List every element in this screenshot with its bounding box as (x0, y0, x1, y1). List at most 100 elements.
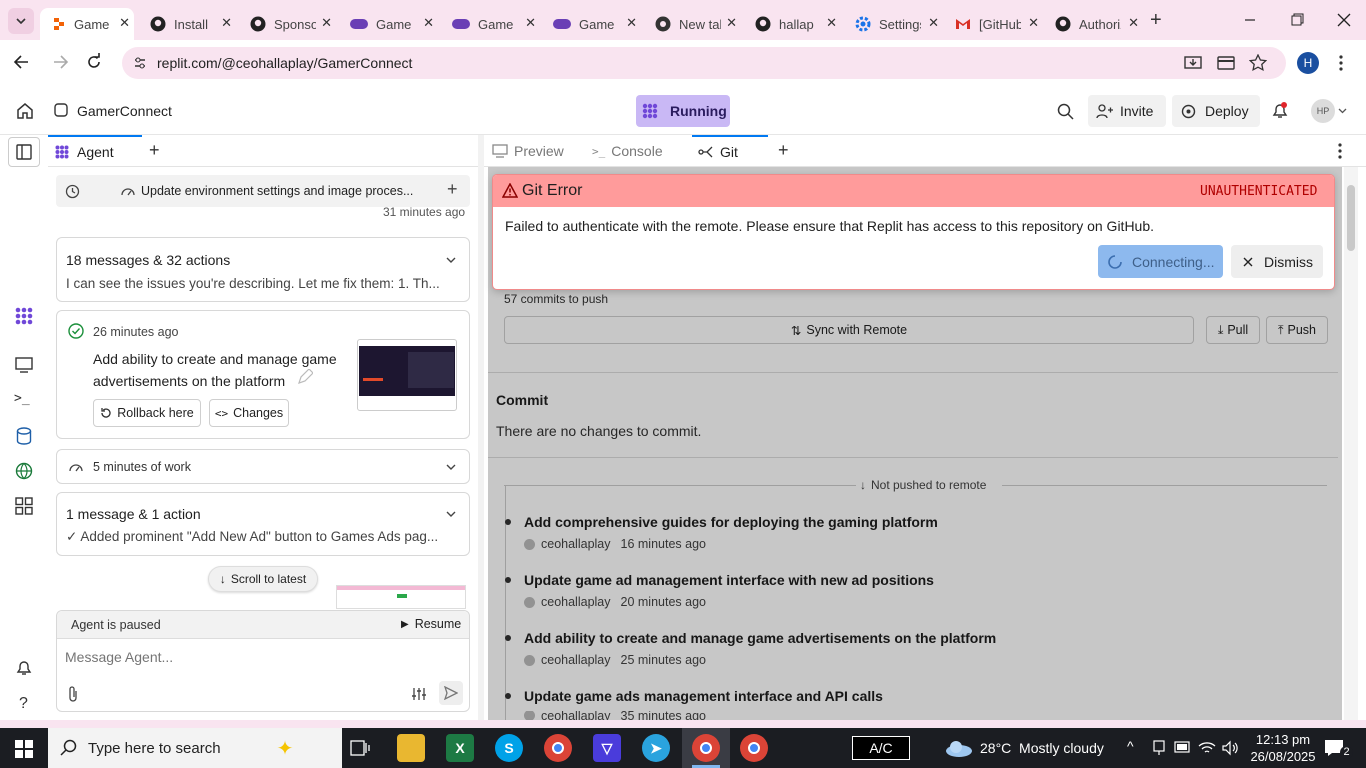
settings-sliders-icon[interactable] (411, 687, 427, 701)
thread-header[interactable]: Update environment settings and image pr… (56, 175, 470, 207)
dismiss-button[interactable]: Dismiss (1231, 245, 1323, 278)
changes-button[interactable]: <> Changes (209, 399, 289, 427)
card-icon[interactable] (1217, 55, 1235, 71)
scrollbar-track[interactable] (1344, 167, 1358, 720)
close-tab-icon[interactable]: ✕ (423, 15, 434, 31)
pencil-icon[interactable] (297, 369, 313, 385)
close-tab-icon[interactable]: ✕ (221, 15, 232, 31)
deploy-button[interactable]: Deploy (1172, 95, 1260, 127)
browser-tab[interactable]: Game ✕ (40, 8, 134, 40)
agent-icon[interactable] (15, 307, 33, 325)
attach-icon[interactable] (67, 686, 79, 702)
apps-grid-icon[interactable] (15, 497, 33, 515)
taskbar-search-box[interactable]: Type here to search ✦ (48, 728, 342, 768)
chevron-down-icon[interactable] (446, 511, 456, 517)
address-bar[interactable]: replit.com/@ceohallaplay/GamerConnect (122, 47, 1286, 79)
files-toggle-button[interactable] (8, 137, 40, 167)
bookmark-star-icon[interactable] (1249, 54, 1267, 72)
chevron-down-icon[interactable] (446, 257, 456, 263)
browser-tab[interactable]: Game ✕ (440, 8, 540, 40)
close-tab-icon[interactable]: ✕ (726, 15, 737, 31)
checkpoint-screenshot-thumbnail[interactable] (357, 339, 457, 411)
chevron-down-icon[interactable] (446, 464, 456, 470)
forward-button[interactable] (50, 52, 70, 72)
browser-tab[interactable]: Game ✕ (338, 8, 438, 40)
task-view-icon[interactable] (350, 739, 370, 757)
globe-icon[interactable] (15, 462, 33, 480)
notification-bell-icon[interactable] (1271, 102, 1289, 120)
preview-icon[interactable] (15, 357, 33, 373)
home-icon[interactable] (16, 102, 34, 119)
close-tab-icon[interactable]: ✕ (1028, 15, 1039, 31)
battery-icon[interactable] (1174, 741, 1192, 753)
browser-tab[interactable]: Sponsor ✕ (238, 8, 336, 40)
message-summary-card[interactable]: 1 message & 1 action ✓ Added prominent "… (56, 492, 470, 556)
alert-bell-icon[interactable] (15, 659, 33, 677)
work-summary-card[interactable]: 5 minutes of work (56, 449, 470, 484)
chrome-active-taskbar-button[interactable] (682, 728, 730, 768)
url-text[interactable]: replit.com/@ceohallaplay/GamerConnect (157, 55, 412, 71)
clock-date[interactable]: 26/08/2025 (1249, 749, 1317, 764)
excel-icon[interactable]: X (446, 734, 474, 762)
new-tab-button[interactable]: + (1150, 9, 1162, 32)
back-button[interactable] (12, 52, 32, 72)
close-window-button[interactable] (1330, 10, 1358, 30)
volume-icon[interactable] (1221, 740, 1239, 756)
device-icon[interactable] (1152, 740, 1166, 756)
chevron-down-icon[interactable] (1338, 108, 1347, 114)
skype-icon[interactable]: S (495, 734, 523, 762)
console-icon[interactable]: >_ (14, 391, 30, 406)
weather-cloud-icon[interactable] (944, 738, 974, 758)
minimize-window-button[interactable] (1236, 10, 1264, 30)
tab-console[interactable]: >_ Console (592, 135, 692, 167)
connecting-button[interactable]: Connecting... (1098, 245, 1223, 278)
restore-window-button[interactable] (1283, 10, 1311, 30)
history-icon[interactable] (65, 184, 80, 199)
close-tab-icon[interactable]: ✕ (119, 15, 130, 31)
message-agent-input[interactable] (65, 645, 455, 669)
tab-git[interactable]: Git (692, 135, 768, 167)
wifi-icon[interactable] (1198, 740, 1216, 756)
add-tab-icon[interactable]: + (149, 140, 160, 161)
weather-text[interactable]: 28°C Mostly cloudy (980, 740, 1104, 756)
search-icon[interactable] (1057, 103, 1074, 120)
send-button[interactable] (439, 681, 463, 705)
telegram-icon[interactable]: ➤ (642, 734, 670, 762)
screenshot-thumbnail[interactable] (336, 585, 466, 609)
site-info-icon[interactable] (132, 55, 148, 71)
new-thread-icon[interactable]: + (447, 179, 458, 200)
project-name[interactable]: GamerConnect (77, 103, 172, 119)
show-hidden-icons-icon[interactable]: ^ (1127, 738, 1134, 754)
browser-tab[interactable]: Settings ✕ (843, 8, 943, 40)
windows-start-icon[interactable] (15, 740, 33, 758)
close-tab-icon[interactable]: ✕ (928, 15, 939, 31)
user-avatar[interactable]: HP (1311, 99, 1335, 123)
close-tab-icon[interactable]: ✕ (1128, 15, 1139, 31)
browser-tab[interactable]: Game ✕ (541, 8, 641, 40)
invite-button[interactable]: Invite (1088, 95, 1166, 127)
tab-preview[interactable]: Preview (490, 135, 590, 167)
close-tab-icon[interactable]: ✕ (626, 15, 637, 31)
install-app-icon[interactable] (1184, 54, 1202, 72)
database-icon[interactable] (16, 427, 32, 445)
close-tab-icon[interactable]: ✕ (826, 15, 837, 31)
resume-button[interactable]: ▶ Resume (401, 617, 461, 631)
scroll-to-latest-button[interactable]: ↓ Scroll to latest (208, 566, 318, 592)
close-tab-icon[interactable]: ✕ (321, 15, 332, 31)
clock-time[interactable]: 12:13 pm (1255, 732, 1311, 747)
tab-search-button[interactable] (8, 8, 34, 34)
browser-tab[interactable]: Authorize ✕ (1043, 8, 1143, 40)
chrome-taskbar-icon[interactable] (544, 734, 572, 762)
vpn-app-icon[interactable]: ▽ (593, 734, 621, 762)
browser-tab[interactable]: New tab ✕ (643, 8, 741, 40)
browser-tab[interactable]: hallap ✕ (743, 8, 841, 40)
scrollbar-thumb[interactable] (1347, 185, 1355, 251)
browser-menu-icon[interactable] (1338, 54, 1344, 72)
add-tab-icon[interactable]: + (778, 140, 789, 161)
chrome-taskbar-icon[interactable] (740, 734, 768, 762)
run-status-button[interactable]: Running (636, 95, 730, 127)
rollback-button[interactable]: Rollback here (93, 399, 201, 427)
message-summary-card[interactable]: 18 messages & 32 actions I can see the i… (56, 237, 470, 302)
profile-avatar[interactable]: H (1297, 52, 1319, 74)
close-tab-icon[interactable]: ✕ (525, 15, 536, 31)
